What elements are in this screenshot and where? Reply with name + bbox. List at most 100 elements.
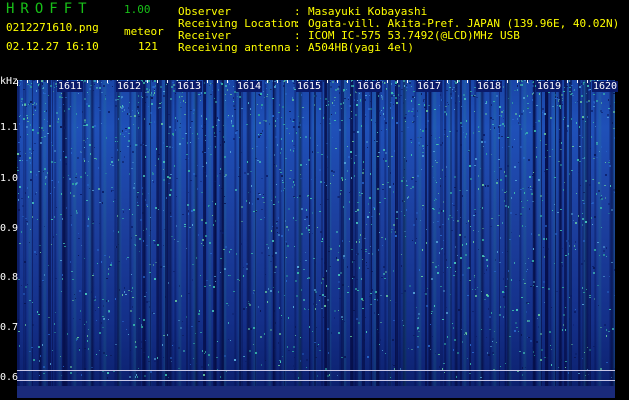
noise-speckle [526,132,528,134]
noise-speckle [36,90,37,92]
noise-speckle [389,186,391,188]
noise-speckle [571,170,573,171]
noise-speckle [412,177,414,178]
noise-speckle [354,175,355,177]
noise-speckle [188,210,189,212]
noise-speckle [584,260,585,262]
noise-speckle [344,162,346,164]
reference-line [17,370,615,371]
noise-speckle [309,232,310,233]
noise-speckle [87,340,88,342]
noise-speckle [412,240,413,241]
noise-speckle [412,122,414,123]
noise-speckle [431,311,433,312]
noise-speckle [201,192,203,193]
noise-speckle [528,337,530,338]
noise-speckle [45,178,46,179]
noise-speckle [303,269,305,270]
noise-speckle [55,312,56,313]
noise-speckle [361,249,363,250]
noise-speckle [459,101,460,102]
noise-speckle [378,249,379,251]
noise-speckle [565,307,566,308]
noise-speckle [107,377,108,379]
noise-speckle [60,126,62,128]
noise-speckle [539,93,540,95]
noise-speckle [174,165,175,167]
noise-speckle [149,306,150,308]
noise-speckle [503,278,504,280]
noise-speckle [404,231,406,232]
noise-speckle [338,288,340,289]
noise-speckle [447,136,448,137]
noise-speckle [576,193,577,194]
noise-speckle [290,118,291,120]
noise-speckle [247,161,248,163]
noise-speckle [257,160,259,161]
noise-speckle [176,178,178,179]
noise-speckle [550,117,552,119]
noise-speckle [391,231,392,233]
noise-speckle [274,349,275,350]
noise-speckle [145,199,146,201]
noise-speckle [457,210,458,211]
noise-speckle [46,110,47,112]
noise-speckle [562,98,563,99]
noise-speckle [241,221,243,222]
noise-speckle [34,143,36,144]
noise-speckle [403,80,405,82]
noise-speckle [148,356,149,358]
noise-speckle [415,242,416,244]
noise-speckle [371,216,373,217]
noise-speckle [444,343,446,345]
noise-speckle [93,90,94,91]
noise-speckle [490,117,492,119]
noise-speckle [522,207,524,208]
noise-speckle [111,262,112,264]
noise-speckle [519,115,520,117]
noise-speckle [461,329,462,330]
noise-speckle [327,299,329,301]
noise-speckle [347,146,348,147]
noise-speckle [571,118,572,120]
noise-speckle [413,335,415,336]
noise-speckle [205,235,207,237]
noise-speckle [30,124,31,126]
noise-speckle [279,360,281,361]
noise-speckle [298,126,300,128]
noise-speckle [462,195,463,197]
noise-speckle [547,150,548,151]
noise-speckle [28,196,29,198]
noise-speckle [84,348,86,349]
noise-speckle [542,108,544,110]
noise-speckle [478,131,480,132]
noise-speckle [95,296,96,298]
noise-speckle [281,138,282,140]
noise-speckle [360,234,361,236]
noise-speckle [375,294,377,295]
noise-speckle [33,359,35,361]
noise-speckle [581,83,582,85]
noise-speckle [343,206,344,208]
noise-speckle [221,188,223,189]
noise-speckle [75,185,76,186]
noise-speckle [311,179,312,180]
noise-speckle [224,156,226,158]
time-label: 1615 [296,81,323,92]
noise-speckle [607,291,609,293]
noise-speckle [138,116,140,117]
noise-speckle [147,206,148,207]
noise-speckle [279,104,280,106]
time-label: 1612 [116,81,143,92]
noise-streak [150,80,151,398]
noise-speckle [248,301,249,302]
noise-speckle [108,268,109,270]
noise-speckle [409,81,411,82]
noise-speckle [491,104,492,106]
noise-speckle [613,189,615,191]
noise-speckle [320,98,321,99]
noise-speckle [305,252,306,253]
noise-speckle [61,93,62,94]
noise-speckle [475,295,477,297]
noise-speckle [87,92,88,93]
